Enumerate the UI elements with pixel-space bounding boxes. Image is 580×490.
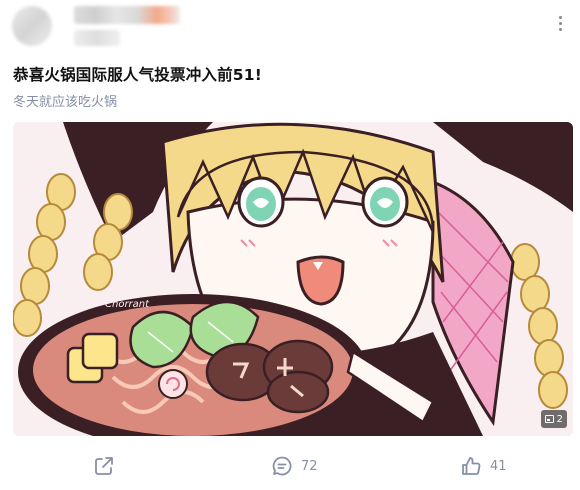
like-button[interactable]: 41 bbox=[460, 454, 507, 478]
post-image[interactable]: Chorrant 2 bbox=[13, 122, 573, 436]
image-count: 2 bbox=[556, 413, 563, 425]
comment-count: 72 bbox=[301, 458, 318, 474]
post-subtitle: 冬天就应该吃火锅 bbox=[13, 95, 118, 110]
author-meta-blurred bbox=[74, 30, 120, 46]
illustration: Chorrant bbox=[13, 122, 573, 436]
more-options-button[interactable] bbox=[552, 12, 568, 34]
comment-button[interactable]: 72 bbox=[271, 454, 318, 478]
share-icon bbox=[95, 457, 113, 475]
post-header bbox=[0, 0, 580, 56]
comment-icon bbox=[272, 456, 292, 476]
artist-signature: Chorrant bbox=[105, 299, 150, 310]
like-count: 41 bbox=[490, 458, 507, 474]
thumbs-up-icon bbox=[462, 457, 481, 475]
post-title[interactable]: 恭喜火锅国际服人气投票冲入前51! bbox=[13, 63, 262, 85]
more-vertical-icon bbox=[558, 15, 562, 19]
image-icon bbox=[544, 415, 554, 423]
action-bar: 72 41 bbox=[0, 446, 580, 486]
avatar[interactable] bbox=[12, 6, 52, 46]
author-name-blurred[interactable] bbox=[74, 6, 180, 24]
share-button[interactable] bbox=[93, 454, 115, 478]
image-count-badge: 2 bbox=[540, 410, 567, 428]
